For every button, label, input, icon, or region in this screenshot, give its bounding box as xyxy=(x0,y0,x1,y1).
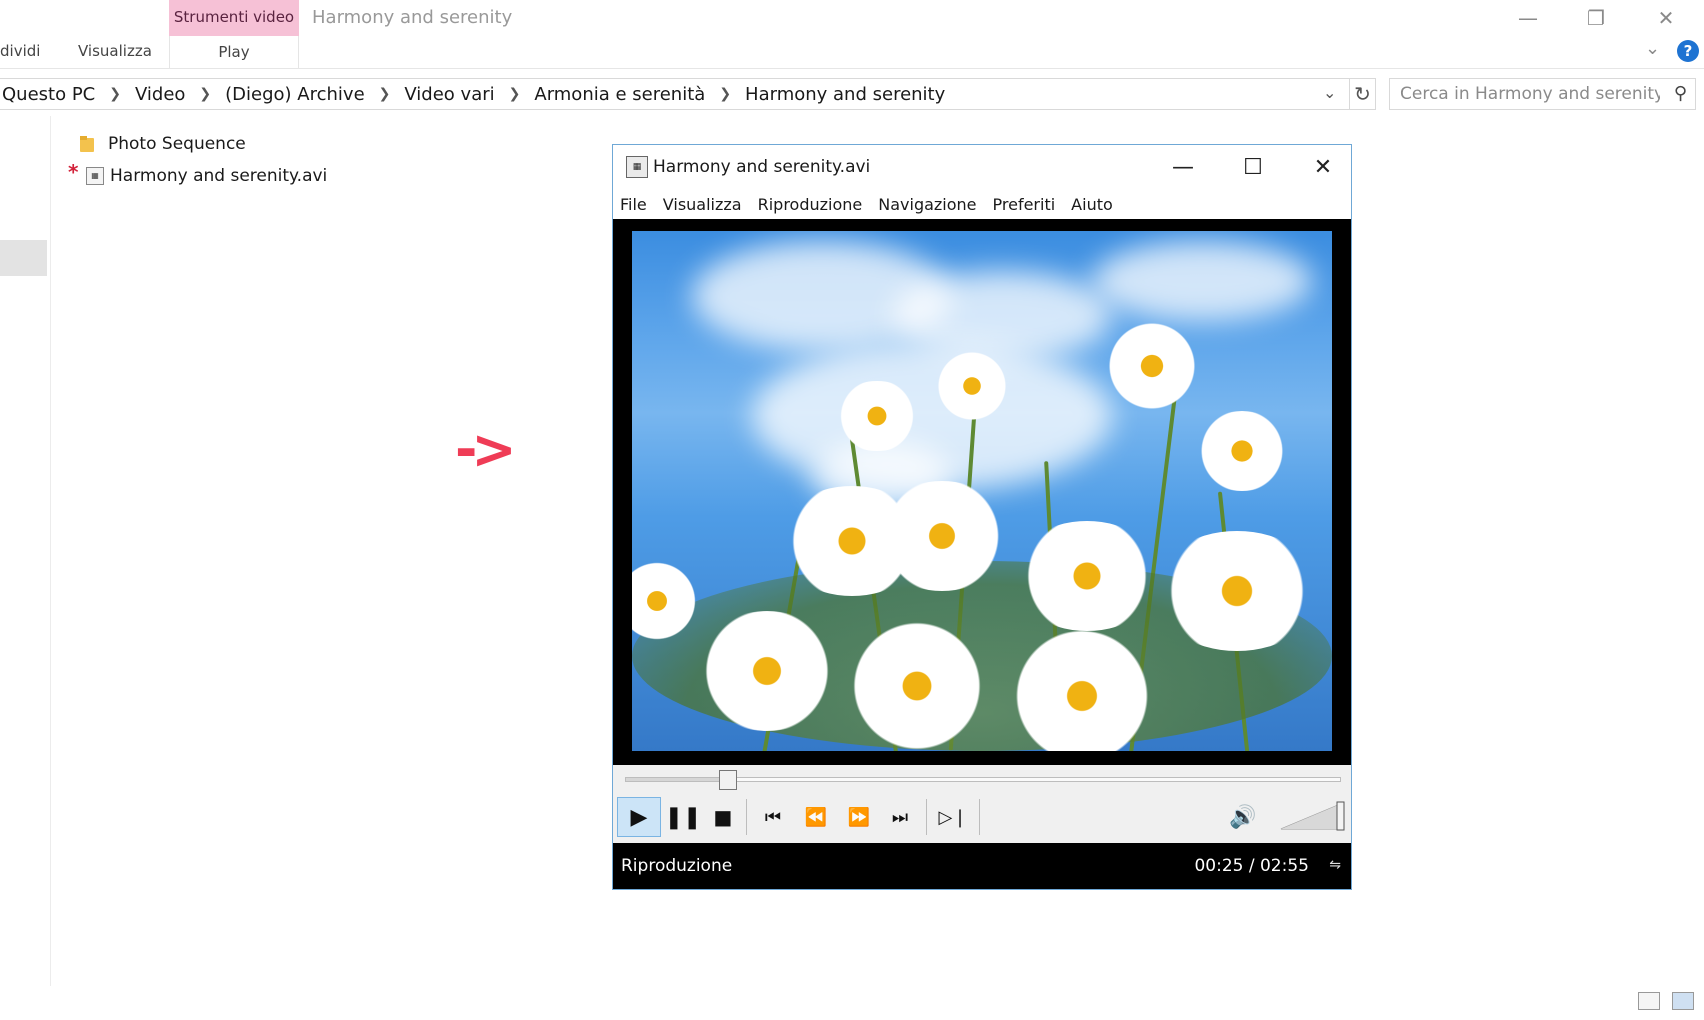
media-player-window[interactable]: ▦ Harmony and serenity.avi — ☐ ✕ File Vi… xyxy=(612,144,1352,890)
search-icon[interactable]: ⚲ xyxy=(1674,83,1687,104)
seek-progress xyxy=(626,778,728,781)
details-view-icon[interactable] xyxy=(1638,992,1660,1010)
breadcrumb-chevron-icon[interactable]: ❯ xyxy=(707,86,743,102)
breadcrumb: Questo PC ❯ Video ❯ (Diego) Archive ❯ Vi… xyxy=(0,79,947,109)
ribbon-collapse-chevron-icon[interactable]: ⌄ xyxy=(1645,38,1660,59)
close-icon[interactable]: ✕ xyxy=(1303,153,1343,183)
breadcrumb-item[interactable]: Video xyxy=(133,84,187,105)
speaker-icon[interactable]: 🔊 xyxy=(1223,797,1263,837)
controls-divider xyxy=(979,799,980,835)
seek-track[interactable] xyxy=(625,770,1341,790)
video-file-icon: ▦ xyxy=(86,167,104,185)
playback-controls: ▶ ❚❚ ■ ⏮ ⏪ ⏩ ⏭ ▷❘ 🔊 xyxy=(613,791,1351,843)
restore-icon[interactable]: ❐ xyxy=(1576,4,1616,32)
seek-bar[interactable] xyxy=(613,765,1351,791)
breadcrumb-item[interactable]: Video vari xyxy=(402,84,496,105)
context-group-label: Strumenti video xyxy=(173,8,295,26)
annotation-arrow: -> xyxy=(455,418,517,481)
ribbon-tab-share[interactable]: dividi xyxy=(0,42,40,60)
breadcrumb-chevron-icon[interactable]: ❯ xyxy=(367,86,403,102)
address-history-chevron-icon[interactable]: ⌄ xyxy=(1323,83,1336,102)
ribbon-divider xyxy=(0,68,1704,69)
menu-playback[interactable]: Riproduzione xyxy=(758,195,863,214)
ribbon-tab-play[interactable]: Play xyxy=(169,36,299,68)
folder-icon xyxy=(80,136,96,152)
breadcrumb-chevron-icon[interactable]: ❯ xyxy=(187,86,223,102)
media-player-app-icon: ▦ xyxy=(626,156,648,178)
large-icons-view-icon[interactable] xyxy=(1672,992,1694,1010)
minimize-icon[interactable]: — xyxy=(1163,153,1203,183)
controls-divider xyxy=(926,799,927,835)
status-bar: Riproduzione 00:25 / 02:55 ⇋ xyxy=(613,843,1351,889)
breadcrumb-chevron-icon[interactable]: ❯ xyxy=(497,86,533,102)
rewind-button[interactable]: ⏪ xyxy=(796,797,836,837)
file-name: Photo Sequence xyxy=(108,134,246,154)
maximize-icon[interactable]: ☐ xyxy=(1233,153,1273,183)
nav-pane-divider[interactable] xyxy=(50,116,51,986)
stop-button[interactable]: ■ xyxy=(703,797,743,837)
breadcrumb-item[interactable]: Armonia e serenità xyxy=(532,84,707,105)
refresh-icon[interactable]: ↻ xyxy=(1349,79,1375,109)
controls-divider xyxy=(746,799,747,835)
next-track-button[interactable]: ⏭ xyxy=(880,797,920,837)
breadcrumb-item[interactable]: Harmony and serenity xyxy=(743,84,947,105)
play-button[interactable]: ▶ xyxy=(617,797,661,837)
breadcrumb-chevron-icon[interactable]: ❯ xyxy=(97,86,133,102)
video-frame-daisies xyxy=(632,231,1332,751)
help-icon[interactable]: ? xyxy=(1677,40,1699,62)
annotation-star: * xyxy=(68,160,79,184)
minimize-icon[interactable]: — xyxy=(1508,4,1548,32)
sync-arrows-icon[interactable]: ⇋ xyxy=(1329,857,1341,873)
menu-view[interactable]: Visualizza xyxy=(663,195,742,214)
previous-track-button[interactable]: ⏮ xyxy=(753,797,793,837)
file-name: Harmony and serenity.avi xyxy=(110,166,328,186)
menu-navigation[interactable]: Navigazione xyxy=(878,195,976,214)
volume-thumb xyxy=(1336,801,1345,831)
player-menu-bar: File Visualizza Riproduzione Navigazione… xyxy=(620,195,1113,214)
seek-thumb[interactable] xyxy=(719,770,737,790)
breadcrumb-item[interactable]: (Diego) Archive xyxy=(223,84,367,105)
menu-help[interactable]: Aiuto xyxy=(1071,195,1113,214)
ribbon-tab-view[interactable]: Visualizza xyxy=(78,42,152,60)
search-box[interactable]: ⚲ xyxy=(1389,78,1696,110)
list-item-video[interactable]: ▦ Harmony and serenity.avi xyxy=(86,166,327,186)
desktop-screen: dividi Visualizza Strumenti video Play H… xyxy=(0,0,1704,1020)
breadcrumb-item[interactable]: Questo PC xyxy=(0,84,97,105)
player-title: Harmony and serenity.avi xyxy=(653,157,871,177)
playback-status: Riproduzione xyxy=(621,856,733,876)
address-bar[interactable]: Questo PC ❯ Video ❯ (Diego) Archive ❯ Vi… xyxy=(0,78,1376,110)
time-readout: 00:25 / 02:55 xyxy=(1194,856,1309,876)
menu-file[interactable]: File xyxy=(620,195,647,214)
video-area[interactable] xyxy=(613,219,1351,765)
volume-slider[interactable] xyxy=(1279,801,1345,831)
nav-pane-selected-item[interactable] xyxy=(0,240,47,276)
pause-button[interactable]: ❚❚ xyxy=(663,797,703,837)
search-input[interactable] xyxy=(1390,79,1660,109)
menu-favorites[interactable]: Preferiti xyxy=(993,195,1056,214)
frame-step-button[interactable]: ▷❘ xyxy=(933,797,973,837)
fast-forward-button[interactable]: ⏩ xyxy=(839,797,879,837)
close-icon[interactable]: ✕ xyxy=(1646,4,1686,32)
context-group-video-tools: Strumenti video xyxy=(169,0,299,36)
explorer-window-title: Harmony and serenity xyxy=(312,7,513,28)
list-item-folder[interactable]: Photo Sequence xyxy=(80,134,246,154)
